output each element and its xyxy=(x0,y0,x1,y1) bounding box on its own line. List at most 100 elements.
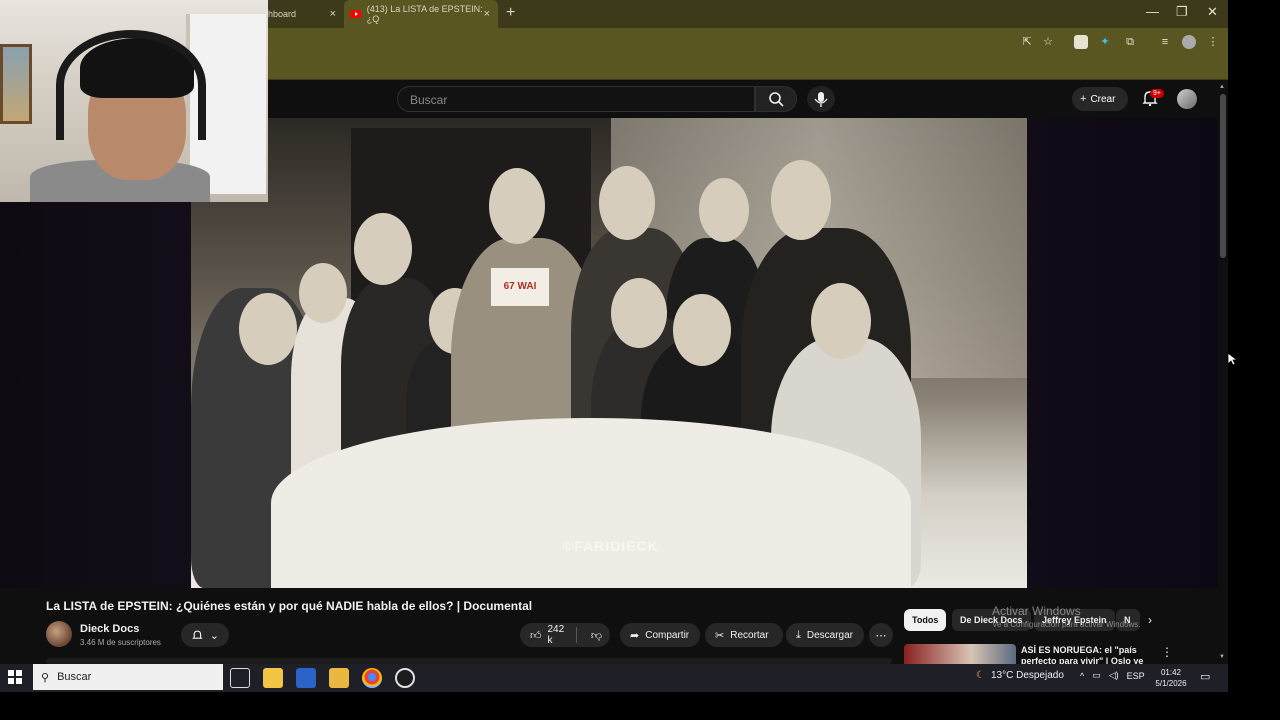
download-label: Descargar xyxy=(806,629,854,641)
webcam-overlay xyxy=(0,0,268,202)
volume-icon[interactable]: ◁) xyxy=(1109,670,1119,681)
notification-badge: 9+ xyxy=(1150,89,1164,98)
task-view-icon[interactable] xyxy=(230,668,250,688)
scroll-up-icon[interactable]: ▲ xyxy=(1219,84,1225,90)
person-head xyxy=(599,166,655,240)
create-button[interactable]: + Crear xyxy=(1072,87,1128,111)
system-tray[interactable]: ^ ▭ ◁) ESP xyxy=(1080,670,1145,681)
profile-avatar-icon[interactable] xyxy=(1182,35,1196,49)
download-icon: ⤓ xyxy=(796,628,801,641)
microphone-icon xyxy=(814,92,828,107)
download-button[interactable]: ⤓ Descargar xyxy=(786,623,864,647)
clock-date: 5/1/2026 xyxy=(1155,679,1187,688)
headset-icon xyxy=(56,30,206,140)
share-button[interactable]: ➦ Compartir xyxy=(620,623,700,647)
like-button[interactable]: 👍︎ 242 k xyxy=(520,624,577,646)
taskbar-clock[interactable]: 01:42 5/1/2026 xyxy=(1150,667,1192,689)
video-watermark: ©FARIDIECK xyxy=(563,538,659,554)
tab-close-icon[interactable]: × xyxy=(484,8,490,20)
chevron-right-icon[interactable]: › xyxy=(1148,613,1152,627)
recommended-video-title[interactable]: ASÍ ES NORUEGA: el "país perfecto para v… xyxy=(1021,645,1161,664)
weather-widget[interactable]: ☾ 13°C Despejado xyxy=(976,670,1064,681)
restore-button[interactable]: ❐ xyxy=(1176,4,1188,20)
person-head xyxy=(354,213,412,285)
plus-icon: + xyxy=(1080,93,1087,105)
person-head xyxy=(299,263,347,323)
create-label: Crear xyxy=(1090,93,1116,105)
recommended-video-thumbnail[interactable] xyxy=(904,644,1016,664)
video-title: La LISTA de EPSTEIN: ¿Quiénes están y po… xyxy=(46,599,533,613)
tab-label: hboard xyxy=(268,9,297,19)
windows-start-icon[interactable] xyxy=(8,670,22,684)
person-head xyxy=(239,293,297,365)
bell-icon xyxy=(192,630,203,639)
clock-time: 01:42 xyxy=(1160,668,1182,677)
mouse-cursor-icon xyxy=(1227,352,1237,366)
scissors-icon: ✂ xyxy=(715,629,725,642)
notification-center-icon[interactable]: ▭ xyxy=(1200,670,1210,683)
dinner-table xyxy=(271,418,911,588)
taskbar-search-label: Buscar xyxy=(57,671,92,683)
browser-menu-icon[interactable]: ⋮ xyxy=(1206,35,1220,49)
bookmark-star-icon[interactable]: ☆ xyxy=(1041,35,1055,49)
windows-activation-subtitle: Ve a Configuración para activar Windows. xyxy=(992,620,1141,629)
subscription-bell-button[interactable]: ⌄ xyxy=(181,623,229,647)
network-icon[interactable]: ▭ xyxy=(1092,670,1101,681)
extension-icon[interactable] xyxy=(1074,35,1088,49)
scrollbar-thumb[interactable] xyxy=(1220,94,1226,258)
taskbar-search-box[interactable]: ⚲ Buscar xyxy=(33,664,223,690)
extension-logo-icon[interactable]: ✦ xyxy=(1098,35,1112,49)
voice-search-button[interactable] xyxy=(807,86,835,112)
tab-label: (413) La LISTA de EPSTEIN: ¿Q xyxy=(366,4,483,24)
more-horizontal-icon: ⋯ xyxy=(875,629,887,642)
held-sign: 67 WAI xyxy=(491,268,549,306)
language-indicator[interactable]: ESP xyxy=(1127,671,1145,681)
obs-icon[interactable] xyxy=(395,668,415,688)
browser-tab-youtube[interactable]: (413) La LISTA de EPSTEIN: ¿Q × xyxy=(344,0,498,28)
person-head xyxy=(489,168,545,244)
share-label: Compartir xyxy=(645,629,690,641)
chevron-up-icon[interactable]: ^ xyxy=(1080,671,1084,681)
person-head xyxy=(611,278,667,348)
chevron-down-icon: ⌄ xyxy=(209,629,219,642)
clip-label: Recortar xyxy=(730,629,769,641)
search-icon: ⚲ xyxy=(41,671,50,684)
video-frame[interactable]: 67 WAI ©FARIDIECK xyxy=(191,118,1027,588)
tab-close-icon[interactable]: × xyxy=(330,8,336,20)
bookmarks-bar xyxy=(268,56,1228,80)
like-dislike-group: 👍︎ 242 k 👎︎ xyxy=(520,623,610,647)
browser-tab-dashboard[interactable]: hboard × xyxy=(268,0,344,28)
person-head xyxy=(771,160,831,240)
new-tab-button[interactable]: + xyxy=(506,4,515,22)
more-actions-button[interactable]: ⋯ xyxy=(869,623,893,647)
clip-button[interactable]: ✂ Recortar xyxy=(705,623,783,647)
search-input[interactable]: Buscar xyxy=(397,86,755,112)
install-app-icon[interactable]: ⇱ xyxy=(1020,35,1034,49)
search-icon xyxy=(769,92,784,107)
microsoft-store-icon[interactable] xyxy=(263,668,283,688)
channel-name[interactable]: Dieck Docs xyxy=(80,623,139,635)
person-head xyxy=(811,283,871,359)
subscriber-count: 3.46 M de suscriptores xyxy=(80,638,161,647)
youtube-favicon-icon xyxy=(350,10,361,18)
dislike-button[interactable]: 👎︎ xyxy=(583,629,610,642)
weather-text: 13°C Despejado xyxy=(990,670,1064,681)
person-head xyxy=(673,294,731,366)
media-control-icon[interactable]: ≡ xyxy=(1158,35,1172,49)
channel-avatar[interactable] xyxy=(46,621,72,647)
file-explorer-icon[interactable] xyxy=(329,668,349,688)
word-icon[interactable] xyxy=(296,668,316,688)
more-vertical-icon[interactable]: ⋮ xyxy=(1161,645,1173,659)
thumbs-down-icon: 👎︎ xyxy=(590,629,602,642)
extensions-puzzle-icon[interactable]: ⧉ xyxy=(1123,35,1137,49)
minimize-button[interactable]: — xyxy=(1146,4,1159,19)
chip-todos[interactable]: Todos xyxy=(904,609,947,631)
thumbs-up-icon: 👍︎ xyxy=(530,629,542,642)
scroll-down-icon[interactable]: ▼ xyxy=(1219,654,1225,660)
moon-icon: ☾ xyxy=(976,670,985,681)
windows-activation-watermark: Activar Windows xyxy=(992,604,1081,618)
account-avatar[interactable] xyxy=(1177,89,1197,109)
search-button[interactable] xyxy=(755,86,797,112)
chrome-icon[interactable] xyxy=(362,668,382,688)
close-window-button[interactable]: ✕ xyxy=(1207,4,1218,20)
